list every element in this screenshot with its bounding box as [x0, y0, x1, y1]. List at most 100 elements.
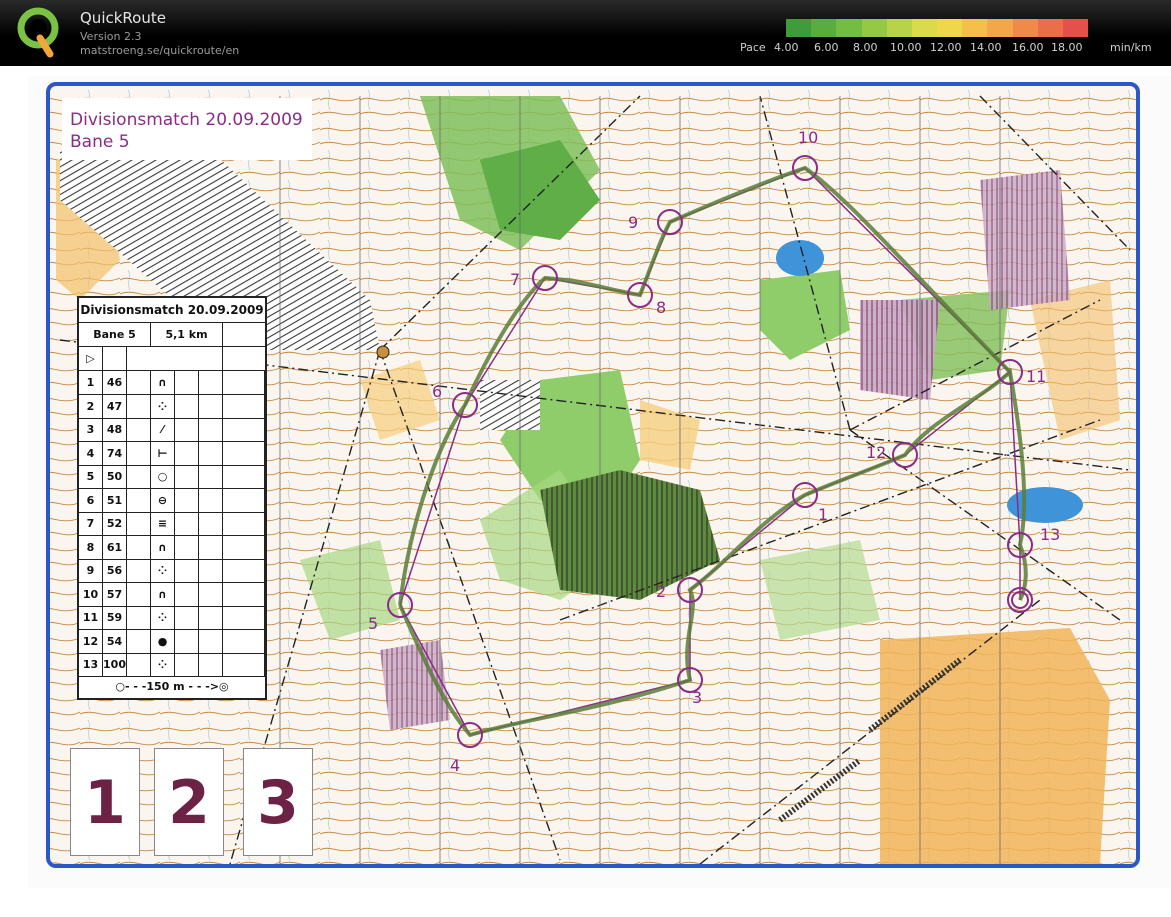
feature-symbol-icon: ⁘: [151, 559, 175, 582]
feature-symbol-icon: ●: [151, 629, 175, 653]
description-cell: [199, 559, 223, 582]
control-label: 12: [866, 443, 887, 462]
description-cell: [199, 394, 223, 418]
description-cell: [127, 512, 151, 535]
description-row: 6 51 ⊖: [79, 488, 265, 513]
description-cell: [223, 465, 265, 488]
feature-symbol-icon: ∩: [151, 535, 175, 559]
description-row: 1 46 ∩: [79, 371, 265, 395]
description-cell: [127, 488, 151, 512]
control-code: 50: [103, 465, 127, 488]
control-number: 2: [79, 394, 103, 418]
control-label: 11: [1026, 367, 1047, 386]
description-cell: [175, 418, 199, 441]
description-course: Bane 5: [79, 323, 151, 346]
description-cell: [127, 559, 151, 582]
description-cell: [175, 488, 199, 512]
description-cell: [127, 371, 151, 394]
description-cell: [223, 441, 265, 465]
description-cell: [175, 559, 199, 582]
description-cell: [175, 606, 199, 629]
description-cell: [199, 488, 223, 512]
description-cell: [223, 535, 265, 559]
description-cell: [127, 606, 151, 629]
control-label: 4: [450, 756, 461, 775]
control-label: 13: [1040, 525, 1061, 544]
feature-symbol-icon: ⊢: [151, 441, 175, 465]
description-row: 8 61 ∩: [79, 535, 265, 560]
control-number: 12: [79, 629, 103, 653]
description-cell: [175, 653, 199, 676]
control-code: 47: [103, 394, 127, 418]
description-cell: [223, 653, 265, 676]
description-cell: [175, 394, 199, 418]
control-number: 10: [79, 582, 103, 606]
place-box-3: 3: [243, 748, 313, 856]
control-code: 59: [103, 606, 127, 629]
control-number: 9: [79, 559, 103, 582]
description-cell: [199, 465, 223, 488]
description-course-row: Bane 5 5,1 km: [79, 323, 265, 347]
control-description-sheet: Divisionsmatch 20.09.2009 Bane 5 5,1 km …: [77, 296, 267, 700]
description-cell: [199, 606, 223, 629]
feature-symbol-icon: ∩: [151, 371, 175, 394]
description-row: 3 48 ⁄: [79, 418, 265, 442]
description-cell: [175, 535, 199, 559]
description-row: 10 57 ∩: [79, 582, 265, 607]
feature-symbol-icon: ⁄: [151, 418, 175, 441]
description-cell: [127, 653, 151, 676]
feature-symbol-icon: ⁘: [151, 394, 175, 418]
description-finish-line: ○- - -150 m - - ->◎: [115, 680, 229, 693]
control-number: 8: [79, 535, 103, 559]
map-course-name: Bane 5: [70, 132, 130, 152]
control-code: 74: [103, 441, 127, 465]
description-cell: [223, 629, 265, 653]
control-label: 5: [368, 614, 379, 633]
start-triangle-icon: ▷: [79, 347, 103, 370]
control-number: 3: [79, 418, 103, 441]
description-cell: [223, 606, 265, 629]
control-code: 46: [103, 371, 127, 394]
description-length: 5,1 km: [151, 323, 223, 346]
description-cell: [199, 441, 223, 465]
control-label: 9: [628, 213, 639, 232]
control-label: 7: [510, 270, 521, 289]
description-cell: [223, 512, 265, 535]
description-cell: [175, 629, 199, 653]
description-cell: [199, 512, 223, 535]
control-code: 51: [103, 488, 127, 512]
description-cell: [199, 418, 223, 441]
description-cell: [223, 371, 265, 394]
description-row: 12 54 ●: [79, 629, 265, 654]
description-cell: [175, 582, 199, 606]
control-label: 6: [432, 382, 443, 401]
control-number: 5: [79, 465, 103, 488]
description-cell: [127, 418, 151, 441]
control-number: 11: [79, 606, 103, 629]
control-code: 54: [103, 629, 127, 653]
control-code: 100: [103, 653, 127, 676]
description-cell: [127, 582, 151, 606]
feature-symbol-icon: ⊖: [151, 488, 175, 512]
description-cell: [199, 653, 223, 676]
description-cell: [127, 441, 151, 465]
control-label: 2: [656, 582, 667, 601]
description-cell: [223, 559, 265, 582]
description-cell: [127, 394, 151, 418]
description-cell: [199, 582, 223, 606]
description-cell: [223, 394, 265, 418]
control-code: 52: [103, 512, 127, 535]
description-row: 5 50 ○: [79, 465, 265, 489]
control-number: 4: [79, 441, 103, 465]
control-number: 1: [79, 371, 103, 394]
feature-symbol-icon: ○: [151, 465, 175, 488]
description-row: 2 47 ⁘: [79, 394, 265, 419]
control-label: 3: [692, 688, 703, 707]
control-code: 57: [103, 582, 127, 606]
control-code: 56: [103, 559, 127, 582]
description-row: 7 52 ≡: [79, 512, 265, 536]
feature-symbol-icon: ⁘: [151, 653, 175, 676]
description-cell: [175, 512, 199, 535]
feature-symbol-icon: ∩: [151, 582, 175, 606]
control-label: 8: [656, 298, 667, 317]
